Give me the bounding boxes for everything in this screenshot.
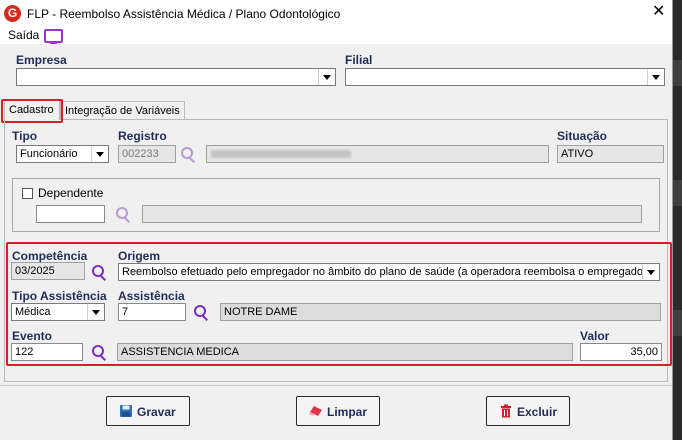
tab-integracao-variaveis[interactable]: Integração de Variáveis <box>60 101 185 119</box>
situacao-field: ATIVO <box>557 145 664 163</box>
background-window-edge <box>673 0 682 440</box>
chevron-down-icon[interactable] <box>647 69 664 85</box>
menu-bar: Saída <box>0 28 672 44</box>
valor-field[interactable]: 35,00 <box>580 343 662 361</box>
evento-code-field[interactable]: 122 <box>11 343 83 361</box>
monitor-icon[interactable] <box>44 29 63 44</box>
filial-select[interactable] <box>345 68 665 86</box>
dependente-checkbox[interactable] <box>22 188 33 199</box>
competencia-label: Competência <box>12 249 88 263</box>
evento-name-field: ASSISTENCIA MEDICA <box>117 343 573 361</box>
eraser-icon <box>309 406 322 416</box>
tipo-label: Tipo <box>12 129 38 143</box>
tipo-assistencia-label: Tipo Assistência <box>12 289 107 303</box>
dialog-window: G FLP - Reembolso Assistência Médica / P… <box>0 0 673 440</box>
dependente-label: Dependente <box>38 186 104 200</box>
search-icon[interactable] <box>194 305 208 319</box>
chevron-down-icon[interactable] <box>91 146 108 162</box>
limpar-button[interactable]: Limpar <box>296 396 380 426</box>
excluir-button[interactable]: Excluir <box>486 396 570 426</box>
evento-label: Evento <box>12 329 53 343</box>
close-icon[interactable]: ✕ <box>652 4 665 20</box>
situacao-label: Situação <box>557 129 608 143</box>
menu-saida[interactable]: Saída <box>8 28 39 42</box>
registro-code-field[interactable]: 002233 <box>118 145 176 163</box>
title-bar: G FLP - Reembolso Assistência Médica / P… <box>0 0 672 28</box>
assistencia-name-field: NOTRE DAME <box>220 303 661 321</box>
chevron-down-icon[interactable] <box>87 304 104 320</box>
dependente-name-field <box>142 205 642 223</box>
window-title: FLP - Reembolso Assistência Médica / Pla… <box>27 7 341 21</box>
app-logo-icon: G <box>4 5 21 22</box>
chevron-down-icon[interactable] <box>318 69 335 85</box>
empresa-select[interactable] <box>16 68 336 86</box>
origem-select[interactable]: Reembolso efetuado pelo empregador no âm… <box>118 263 660 281</box>
search-icon[interactable] <box>181 147 195 161</box>
registro-label: Registro <box>118 129 167 143</box>
dependente-code-field[interactable] <box>36 205 105 223</box>
origem-label: Origem <box>118 249 161 263</box>
filial-label: Filial <box>345 53 373 67</box>
tipo-assistencia-select[interactable]: Médica <box>11 303 105 321</box>
registro-name-field <box>206 145 549 163</box>
tipo-select[interactable]: Funcionário <box>16 145 109 163</box>
divider <box>0 385 672 386</box>
search-icon[interactable] <box>116 207 130 221</box>
chevron-down-icon[interactable] <box>642 264 659 280</box>
assistencia-code-field[interactable]: 7 <box>118 303 186 321</box>
gravar-button[interactable]: Gravar <box>106 396 190 426</box>
search-icon[interactable] <box>92 265 106 279</box>
empresa-label: Empresa <box>16 53 67 67</box>
blurred-name <box>211 150 351 158</box>
assistencia-label: Assistência <box>118 289 185 303</box>
search-icon[interactable] <box>92 345 106 359</box>
save-icon <box>120 405 132 417</box>
competencia-field[interactable]: 03/2025 <box>11 262 85 280</box>
valor-label: Valor <box>580 329 610 343</box>
trash-icon <box>501 404 511 418</box>
